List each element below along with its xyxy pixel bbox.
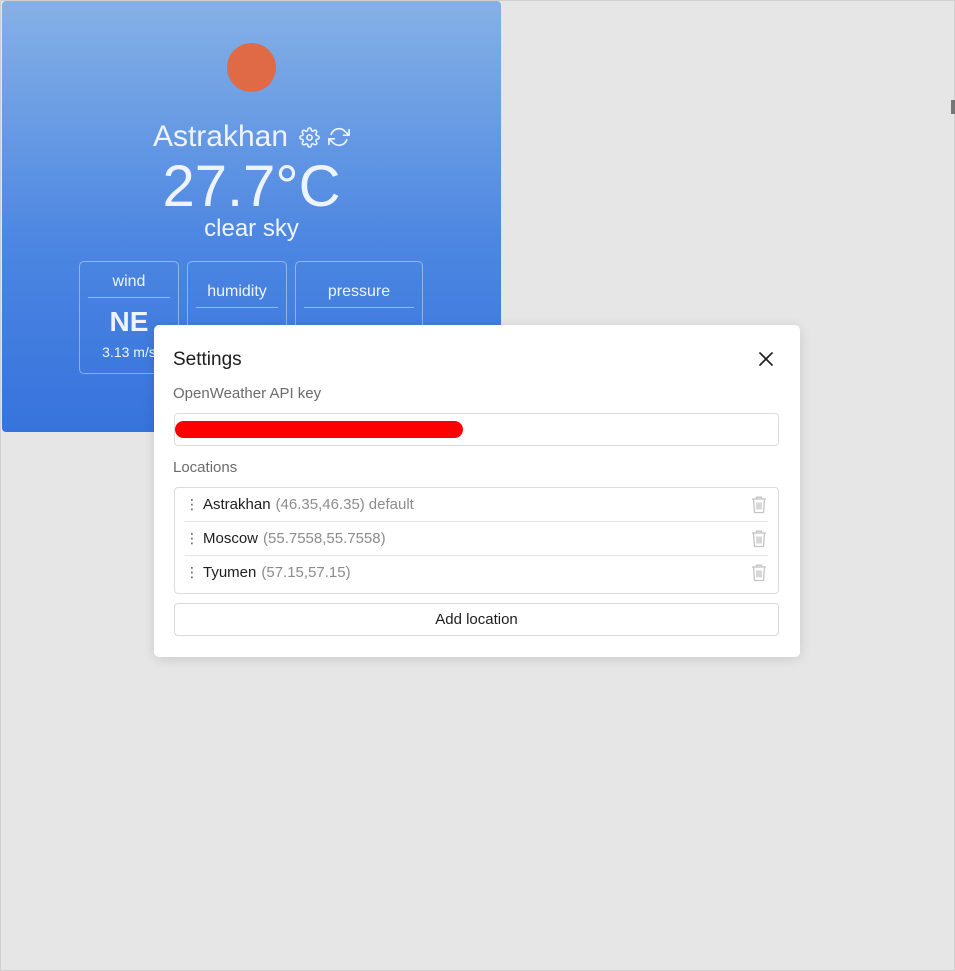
trash-icon[interactable]: [750, 495, 768, 514]
metric-title: pressure: [327, 283, 391, 300]
locations-label: Locations: [173, 459, 238, 476]
drag-handle-icon[interactable]: ⋮: [185, 496, 203, 513]
api-key-input[interactable]: [174, 413, 779, 446]
city-header: Astrakhan: [2, 119, 501, 155]
location-name: Astrakhan: [203, 496, 271, 513]
drag-handle-icon[interactable]: ⋮: [185, 564, 203, 581]
trash-icon[interactable]: [750, 529, 768, 548]
temperature: 27.7°C: [162, 154, 341, 219]
metric-title: humidity: [207, 283, 267, 300]
list-item[interactable]: ⋮ Astrakhan (46.35,46.35) default: [185, 488, 768, 522]
metric-divider: [88, 297, 170, 298]
default-badge: default: [368, 496, 414, 513]
location-name: Tyumen: [203, 564, 257, 581]
clear-sky-sun-icon: [227, 43, 276, 92]
metric-title: wind: [112, 273, 146, 290]
metric-divider: [304, 307, 414, 308]
scrollbar-thumb[interactable]: [951, 100, 955, 114]
api-key-label: OpenWeather API key: [173, 385, 322, 402]
location-coords: (55.7558,55.7558): [263, 530, 386, 547]
location-name: Moscow: [203, 530, 259, 547]
refresh-icon[interactable]: [328, 126, 350, 148]
gear-icon[interactable]: [298, 126, 320, 148]
metric-divider: [196, 307, 278, 308]
weather-description: clear sky: [204, 215, 299, 242]
close-icon[interactable]: [756, 349, 776, 369]
trash-icon[interactable]: [750, 563, 768, 582]
settings-dialog: Settings OpenWeather API key Locations ⋮…: [154, 325, 800, 657]
location-coords: (46.35,46.35): [275, 496, 365, 513]
location-coords: (57.15,57.15): [261, 564, 351, 581]
city-name: Astrakhan: [152, 120, 289, 153]
drag-handle-icon[interactable]: ⋮: [185, 530, 203, 547]
list-item[interactable]: ⋮ Tyumen (57.15,57.15): [185, 556, 768, 589]
locations-list: ⋮ Astrakhan (46.35,46.35) default ⋮ Mosc…: [174, 487, 779, 594]
add-location-button[interactable]: Add location: [174, 603, 779, 636]
list-item[interactable]: ⋮ Moscow (55.7558,55.7558): [185, 522, 768, 556]
dialog-title: Settings: [173, 349, 242, 370]
redacted-api-key: [175, 421, 463, 438]
